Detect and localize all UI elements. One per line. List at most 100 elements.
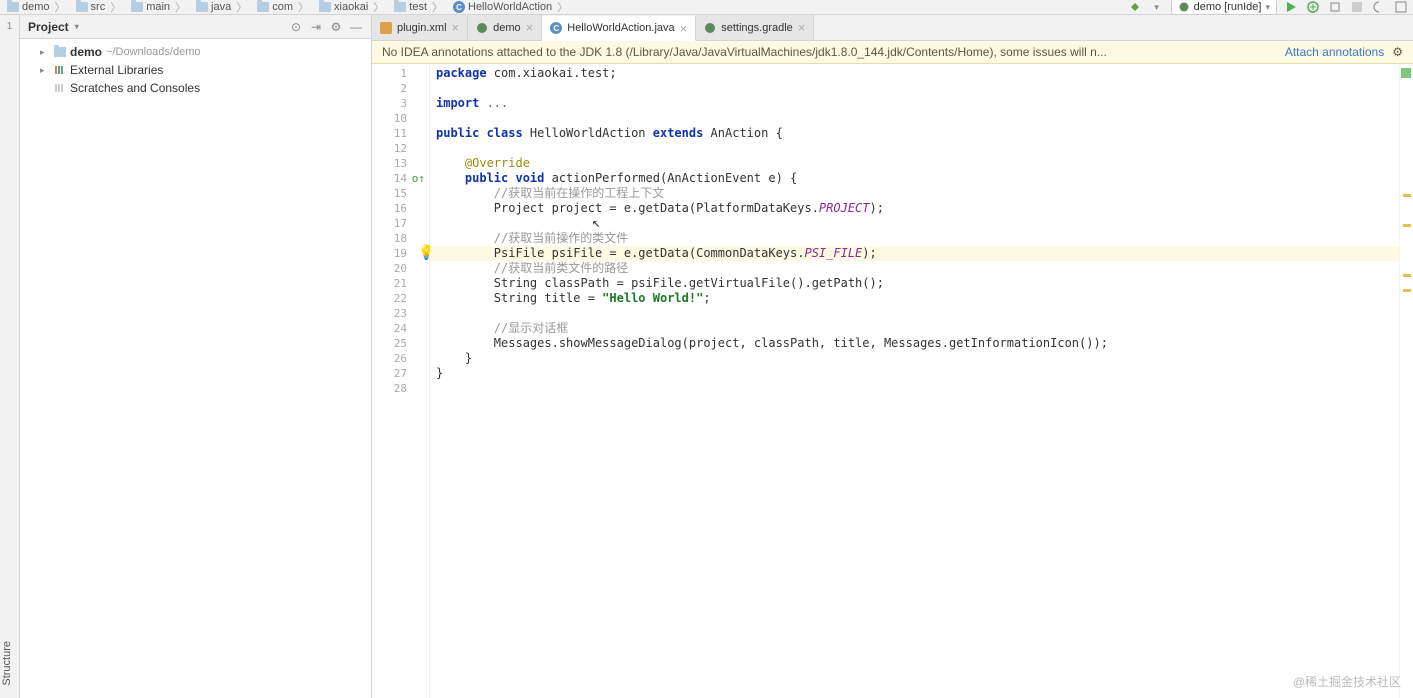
line-number[interactable]: 14o↑ [376, 171, 407, 186]
code-line[interactable]: String title = "Hello World!"; [430, 291, 1399, 306]
dropdown-arrow-icon[interactable]: ▾ [1149, 0, 1165, 15]
build-icon[interactable] [1127, 0, 1143, 15]
code-line[interactable]: Messages.showMessageDialog(project, clas… [430, 336, 1399, 351]
line-number[interactable]: 12 [376, 141, 407, 156]
settings-icon[interactable]: ⚙ [329, 20, 343, 34]
search-everywhere-icon[interactable] [1393, 0, 1409, 15]
editor-tab[interactable]: demo × [468, 15, 542, 40]
line-number[interactable]: 3 [376, 96, 407, 111]
line-number[interactable]: 17 [376, 216, 407, 231]
xml-icon [380, 22, 392, 34]
code-line[interactable]: //获取当前在操作的工程上下文 [430, 186, 1399, 201]
code-line[interactable]: String classPath = psiFile.getVirtualFil… [430, 276, 1399, 291]
warning-marker[interactable] [1403, 289, 1411, 292]
warning-marker[interactable] [1403, 224, 1411, 227]
breadcrumb-item[interactable]: java〉 [193, 0, 252, 15]
line-number[interactable]: 28 [376, 381, 407, 396]
code-line[interactable] [430, 111, 1399, 126]
expand-arrow-icon[interactable]: ▸ [40, 65, 50, 76]
override-marker-icon[interactable]: o↑ [411, 171, 425, 185]
code-line[interactable]: } [430, 366, 1399, 381]
code-line[interactable] [430, 141, 1399, 156]
run-button[interactable] [1283, 0, 1299, 15]
breadcrumb-item[interactable]: test〉 [391, 0, 448, 15]
error-stripe[interactable] [1399, 64, 1413, 698]
code-line[interactable] [430, 216, 1399, 231]
code-line[interactable]: //显示对话框 [430, 321, 1399, 336]
code-line[interactable]: } [430, 351, 1399, 366]
java-class-icon: C [550, 22, 562, 34]
structure-tool-button[interactable]: Structure [0, 637, 14, 690]
notification-gear-icon[interactable]: ⚙ [1392, 45, 1403, 59]
code-line[interactable] [430, 81, 1399, 96]
close-tab-icon[interactable]: × [680, 21, 688, 36]
update-button[interactable] [1371, 0, 1387, 15]
code-line[interactable] [430, 381, 1399, 396]
line-number[interactable]: 20 [376, 261, 407, 276]
line-number[interactable]: 22 [376, 291, 407, 306]
breadcrumb-item[interactable]: demo〉 [4, 0, 71, 15]
stop-button[interactable] [1349, 0, 1365, 15]
code-line[interactable]: //获取当前操作的类文件 [430, 231, 1399, 246]
breadcrumb-item[interactable]: com〉 [254, 0, 314, 15]
close-tab-icon[interactable]: × [452, 20, 460, 35]
project-title[interactable]: Project [28, 20, 283, 34]
warning-marker[interactable] [1403, 274, 1411, 277]
scratch-icon [54, 82, 66, 94]
line-number[interactable]: 18 [376, 231, 407, 246]
tree-label: External Libraries [70, 63, 163, 77]
line-number[interactable]: 26 [376, 351, 407, 366]
watermark: @稀土掘金技术社区 [1293, 673, 1401, 690]
close-tab-icon[interactable]: × [798, 20, 806, 35]
breadcrumb-item[interactable]: main〉 [128, 0, 191, 15]
project-tool-number[interactable]: 1 [7, 21, 13, 32]
tab-label: demo [493, 22, 521, 34]
editor-tab[interactable]: plugin.xml× [372, 15, 468, 40]
locate-icon[interactable]: ⊙ [289, 20, 303, 34]
project-header: Project ⊙ ⇥ ⚙ — [20, 15, 371, 39]
tree-path: ~/Downloads/demo [106, 46, 200, 58]
code-line[interactable]: import ... [430, 96, 1399, 111]
line-number[interactable]: 11 [376, 126, 407, 141]
code-line[interactable]: Project project = e.getData(PlatformData… [430, 201, 1399, 216]
line-number[interactable]: 1 [376, 66, 407, 81]
code-line[interactable]: //获取当前类文件的路径 [430, 261, 1399, 276]
code-body[interactable]: ↖ package com.xiaokai.test;import ...pub… [430, 64, 1399, 698]
tree-item-libs[interactable]: ▸ External Libraries [20, 61, 371, 79]
code-line[interactable]: package com.xiaokai.test; [430, 66, 1399, 81]
code-editor[interactable]: 1231011121314o↑1516171819💡20212223242526… [372, 64, 1413, 698]
breadcrumb-item[interactable]: src〉 [73, 0, 127, 15]
breadcrumb-item[interactable]: xiaokai〉 [316, 0, 389, 15]
run-config-selector[interactable]: demo [runIde] ▾ [1171, 0, 1277, 15]
breadcrumb-path: demo〉src〉main〉java〉com〉xiaokai〉test〉CHel… [4, 0, 1127, 15]
debug-button[interactable] [1305, 0, 1321, 15]
line-number[interactable]: 16 [376, 201, 407, 216]
line-number[interactable]: 15 [376, 186, 407, 201]
line-number[interactable]: 24 [376, 321, 407, 336]
close-tab-icon[interactable]: × [526, 20, 534, 35]
line-number[interactable]: 25 [376, 336, 407, 351]
line-number[interactable]: 2 [376, 81, 407, 96]
tree-item-root[interactable]: ▸ demo ~/Downloads/demo [20, 43, 371, 61]
line-number[interactable]: 23 [376, 306, 407, 321]
attach-annotations-link[interactable]: Attach annotations [1285, 45, 1384, 59]
editor-tab[interactable]: CHelloWorldAction.java× [542, 16, 696, 41]
line-number[interactable]: 21 [376, 276, 407, 291]
code-line[interactable]: @Override [430, 156, 1399, 171]
line-number[interactable]: 10 [376, 111, 407, 126]
line-number[interactable]: 27 [376, 366, 407, 381]
expand-arrow-icon[interactable]: ▸ [40, 47, 50, 58]
code-line[interactable]: public void actionPerformed(AnActionEven… [430, 171, 1399, 186]
tree-item-scratches[interactable]: Scratches and Consoles [20, 79, 371, 97]
line-number[interactable]: 19💡 [376, 246, 407, 261]
breadcrumb-item[interactable]: CHelloWorldAction〉 [450, 0, 573, 15]
coverage-button[interactable] [1327, 0, 1343, 15]
code-line[interactable]: PsiFile psiFile = e.getData(CommonDataKe… [430, 246, 1399, 261]
hide-icon[interactable]: — [349, 20, 363, 34]
code-line[interactable] [430, 306, 1399, 321]
line-number[interactable]: 13 [376, 156, 407, 171]
code-line[interactable]: public class HelloWorldAction extends An… [430, 126, 1399, 141]
warning-marker[interactable] [1403, 194, 1411, 197]
editor-tab[interactable]: settings.gradle× [696, 15, 814, 40]
collapse-icon[interactable]: ⇥ [309, 20, 323, 34]
